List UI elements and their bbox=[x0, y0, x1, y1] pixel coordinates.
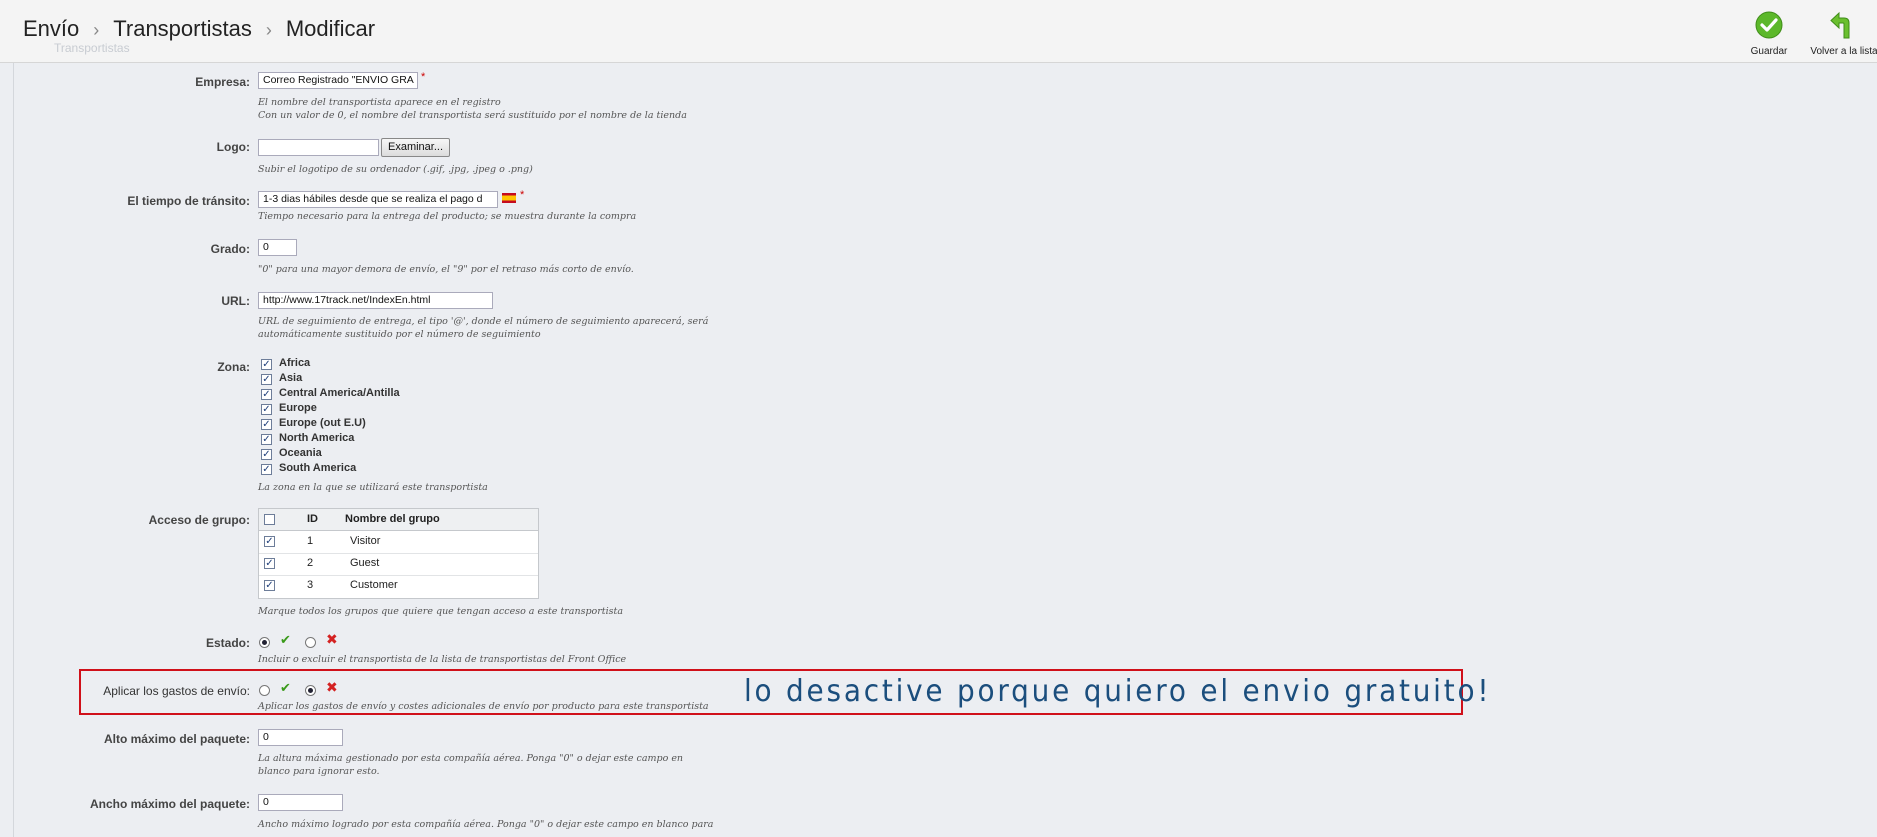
status-hint: Incluir o excluir el transportista de la… bbox=[258, 654, 627, 665]
group-id: 3 bbox=[307, 579, 314, 591]
group-id: 1 bbox=[307, 535, 314, 547]
logo-label: Logo: bbox=[216, 140, 250, 154]
zone-label-item: Europe (out E.U) bbox=[279, 417, 366, 429]
column-header-name: Nombre del grupo bbox=[345, 513, 440, 525]
back-arrow-icon bbox=[1830, 11, 1850, 39]
select-all-checkbox[interactable] bbox=[264, 514, 275, 525]
chevron-right-icon: › bbox=[93, 20, 100, 40]
grade-input[interactable]: 0 bbox=[258, 239, 297, 256]
table-row: ✓ 1 Visitor bbox=[259, 531, 538, 554]
zone-checkbox[interactable]: ✓ bbox=[261, 449, 272, 460]
status-enabled-radio[interactable] bbox=[259, 637, 270, 648]
zone-checkbox[interactable]: ✓ bbox=[261, 434, 272, 445]
group-checkbox-customer[interactable]: ✓ bbox=[264, 580, 275, 591]
max-height-hint-2: blanco para ignorar esto. bbox=[258, 766, 380, 777]
annotation-text: lo desactive porque quiero el envio grat… bbox=[744, 674, 1492, 709]
table-header: ID Nombre del grupo bbox=[259, 509, 538, 531]
group-checkbox-guest[interactable]: ✓ bbox=[264, 558, 275, 569]
zone-label-item: South America bbox=[279, 462, 357, 474]
url-label: URL: bbox=[221, 294, 250, 308]
zone-hint: La zona en la que se utilizará este tran… bbox=[258, 482, 488, 493]
back-button-label: Volver a la lista bbox=[1810, 46, 1877, 57]
transit-time-label: El tiempo de tránsito: bbox=[127, 194, 250, 208]
status-label: Estado: bbox=[205, 636, 250, 650]
url-hint-2: automáticamente sustituido por el número… bbox=[258, 329, 541, 340]
zone-label-item: Africa bbox=[279, 357, 311, 369]
group-checkbox-visitor[interactable]: ✓ bbox=[264, 536, 275, 547]
column-header-id: ID bbox=[307, 513, 318, 525]
empresa-hint-1: El nombre del transportista aparece en e… bbox=[258, 97, 501, 108]
disabled-x-icon: ✖ bbox=[326, 631, 338, 647]
max-width-input[interactable]: 0 bbox=[258, 794, 343, 811]
zone-checkbox[interactable]: ✓ bbox=[261, 464, 272, 475]
group-id: 2 bbox=[307, 557, 314, 569]
shipping-costs-label: Aplicar los gastos de envío: bbox=[103, 684, 250, 698]
zone-checkbox[interactable]: ✓ bbox=[261, 389, 272, 400]
status-disabled-radio[interactable] bbox=[305, 637, 316, 648]
enabled-check-icon: ✔ bbox=[280, 680, 291, 695]
required-asterisk: * bbox=[421, 71, 426, 83]
save-button-label: Guardar bbox=[1750, 46, 1788, 57]
table-row: ✓ 3 Customer bbox=[259, 575, 538, 597]
group-name: Visitor bbox=[350, 535, 381, 547]
page-header: Envío › Transportistas › Modificar Transport… bbox=[0, 0, 1877, 63]
group-access-label: Acceso de grupo: bbox=[148, 513, 250, 527]
chevron-right-icon: › bbox=[265, 20, 272, 40]
check-circle-icon bbox=[1755, 11, 1783, 39]
group-access-table: ID Nombre del grupo ✓ 1 Visitor ✓ 2 Gues… bbox=[258, 508, 539, 599]
group-name: Guest bbox=[350, 557, 380, 569]
logo-hint: Subir el logotipo de su ordenador (.gif,… bbox=[258, 164, 533, 175]
table-row: ✓ 2 Guest bbox=[259, 553, 538, 576]
save-button[interactable]: Guardar bbox=[1746, 11, 1792, 57]
group-access-hint: Marque todos los grupos que quiere que t… bbox=[258, 606, 624, 617]
zone-label-item: Oceania bbox=[279, 447, 322, 459]
breadcrumb: Envío › Transportistas › Modificar bbox=[23, 16, 375, 42]
empresa-input[interactable]: Correo Registrado "ENVIO GRA bbox=[258, 72, 418, 89]
breadcrumb-item-envio[interactable]: Envío bbox=[23, 16, 79, 41]
max-height-input[interactable]: 0 bbox=[258, 729, 343, 746]
disabled-x-icon: ✖ bbox=[326, 679, 338, 695]
zone-checkbox[interactable]: ✓ bbox=[261, 404, 272, 415]
back-to-list-button[interactable]: Volver a la lista bbox=[1804, 11, 1877, 57]
zone-label-item: Asia bbox=[279, 372, 303, 384]
shipping-costs-disabled-radio[interactable] bbox=[305, 685, 316, 696]
empresa-label: Empresa: bbox=[195, 75, 250, 89]
shipping-costs-enabled-radio[interactable] bbox=[259, 685, 270, 696]
shipping-costs-hint: Aplicar los gastos de envío y costes adi… bbox=[258, 701, 709, 712]
enabled-check-icon: ✔ bbox=[280, 632, 291, 647]
zone-checkbox[interactable]: ✓ bbox=[261, 359, 272, 370]
max-height-label: Alto máximo del paquete: bbox=[103, 732, 250, 746]
transit-time-input[interactable]: 1-3 dias hábiles desde que se realiza el… bbox=[258, 191, 498, 208]
max-height-hint-1: La altura máxima gestionado por esta com… bbox=[258, 753, 684, 764]
url-input[interactable]: http://www.17track.net/IndexEn.html bbox=[258, 292, 493, 309]
logo-file-input[interactable] bbox=[258, 139, 379, 156]
max-width-label: Ancho máximo del paquete: bbox=[89, 797, 250, 811]
breadcrumb-item-transportistas[interactable]: Transportistas bbox=[113, 16, 252, 41]
grade-label: Grado: bbox=[210, 242, 250, 256]
max-width-hint: Ancho máximo logrado por esta compañía a… bbox=[258, 819, 714, 830]
page-subtitle: Transportistas bbox=[54, 41, 130, 55]
zone-checkbox[interactable]: ✓ bbox=[261, 419, 272, 430]
zone-label-item: Central America/Antilla bbox=[279, 387, 400, 399]
url-hint-1: URL de seguimiento de entrega, el tipo '… bbox=[258, 316, 709, 327]
zone-label: Zona: bbox=[217, 360, 250, 374]
zone-label-item: North America bbox=[279, 432, 355, 444]
group-name: Customer bbox=[350, 579, 398, 591]
browse-button[interactable]: Examinar... bbox=[381, 138, 450, 157]
zone-checkbox[interactable]: ✓ bbox=[261, 374, 272, 385]
required-asterisk: * bbox=[520, 189, 525, 201]
breadcrumb-item-modificar: Modificar bbox=[285, 16, 376, 41]
spain-flag-icon[interactable] bbox=[502, 193, 516, 203]
zone-label-item: Europe bbox=[279, 402, 317, 414]
grade-hint: "0" para una mayor demora de envío, el "… bbox=[258, 264, 634, 275]
transit-time-hint: Tiempo necesario para la entrega del pro… bbox=[258, 211, 637, 222]
empresa-hint-2: Con un valor de 0, el nombre del transpo… bbox=[258, 110, 687, 121]
